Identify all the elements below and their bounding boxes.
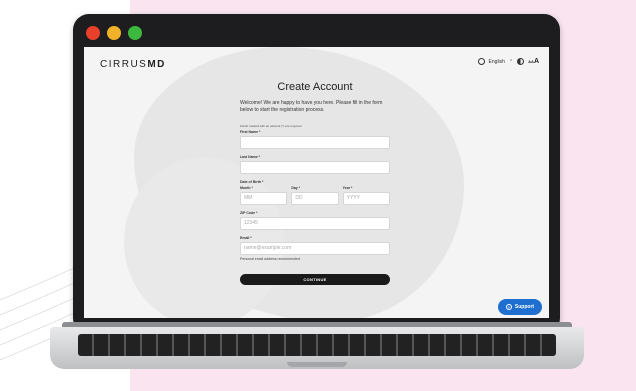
email-input[interactable]: name@example.com [240,242,390,255]
email-field: Email * name@example.com Personal email … [240,236,390,261]
globe-icon [477,58,485,65]
header-controls: English ⌃ AAA [477,58,539,65]
email-label: Email * [240,236,252,240]
year-label: Year * [342,186,353,190]
required-note: Fields marked with an asterisk (*) are r… [240,124,302,128]
year-input[interactable]: YYYY [342,192,390,205]
window-controls [86,26,142,40]
contrast-icon[interactable] [517,58,525,65]
maximize-dot[interactable] [128,26,142,40]
logo-text-bold: MD [147,59,166,70]
month-input[interactable]: MM [240,192,288,205]
help-icon: ? [505,304,512,310]
dob-label: Date of Birth * [240,180,264,184]
chevron-updown-icon: ⌃ [508,58,514,65]
first-name-input[interactable] [240,136,390,149]
dob-field: Date of Birth * Month * MM Day * DD Year… [240,180,390,205]
first-name-field: First Name * [240,130,390,149]
continue-button[interactable]: CONTINUE [240,274,390,285]
support-button[interactable]: ? Support [498,299,542,315]
logo-text: CIRRUS [100,59,148,70]
minimize-dot[interactable] [107,26,121,40]
text-size-large: A [533,58,539,65]
zip-input[interactable]: 12345 [240,217,390,230]
close-dot[interactable] [86,26,100,40]
laptop-screen: CIRRUSMD English ⌃ AAA Create Account We… [84,47,549,318]
last-name-field: Last Name * [240,155,390,174]
last-name-label: Last Name * [240,155,261,159]
support-label: Support [514,304,535,310]
email-hint: Personal email address recommended [240,257,300,261]
day-input[interactable]: DD [291,192,339,205]
month-col: Month * MM [240,186,288,205]
language-select[interactable]: English [489,59,505,65]
zip-field: ZIP Code * 12345 [240,211,390,230]
last-name-input[interactable] [240,161,390,174]
month-label: Month * [240,186,253,190]
zip-label: ZIP Code * [240,211,258,215]
text-size-button[interactable]: AAA [528,58,539,65]
laptop-keyboard [78,334,556,356]
laptop-notch [287,362,347,367]
day-col: Day * DD [291,186,339,205]
day-label: Day * [291,186,301,190]
page-title: Create Account [277,81,353,93]
welcome-text: Welcome! We are happy to have you here. … [240,100,383,113]
first-name-label: First Name * [240,130,261,134]
dob-inputs: Month * MM Day * DD Year * YYYY [240,186,390,205]
year-col: Year * YYYY [342,186,390,205]
create-account-form: Create Account Welcome! We are happy to … [240,81,390,285]
cirrusmd-logo[interactable]: CIRRUSMD [100,59,166,70]
